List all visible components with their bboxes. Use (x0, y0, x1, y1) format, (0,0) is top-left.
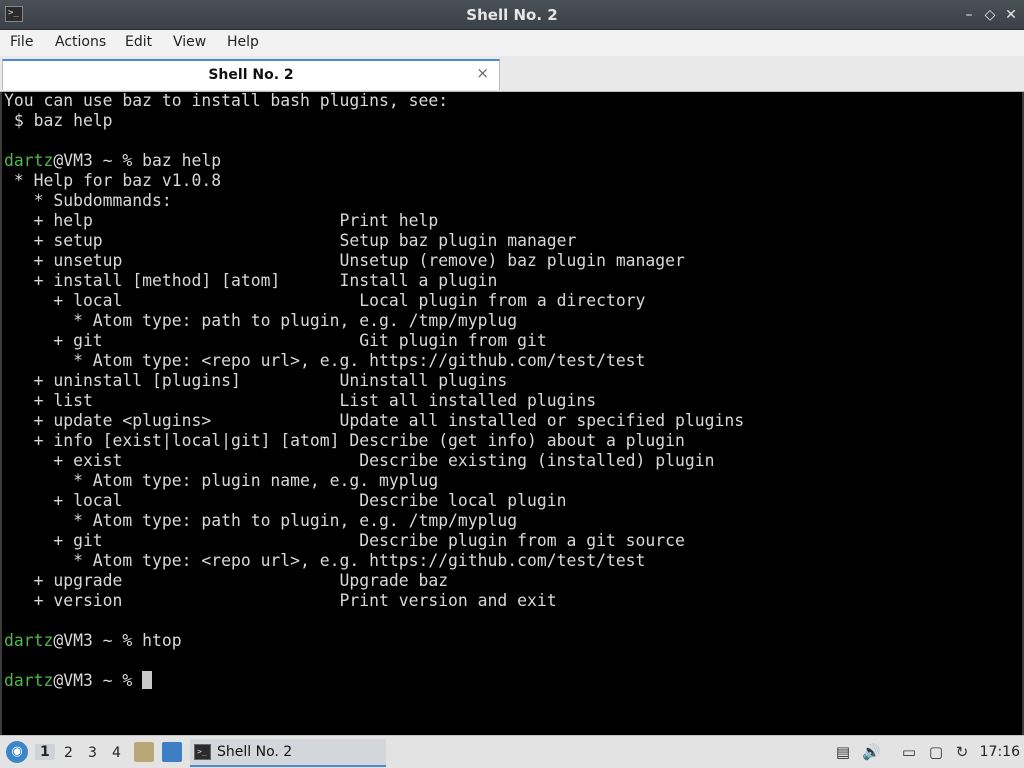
terminal-line-text: * Atom type: <repo url>, e.g. https://gi… (4, 351, 646, 370)
terminal-line-text: + info [exist|local|git] [atom] Describe… (4, 431, 685, 450)
terminal-line-text: + git Git plugin from git (4, 331, 547, 350)
terminal-line-text: * Atom type: path to plugin, e.g. /tmp/m… (4, 311, 518, 330)
taskbar-task-shell-2[interactable]: >_ Shell No. 2 (190, 739, 386, 767)
menu-actions[interactable]: Actions (55, 34, 106, 50)
terminal-line: * Atom type: plugin name, e.g. myplug (4, 471, 438, 491)
terminal-line-text: + local Describe local plugin (4, 491, 567, 510)
volume-icon[interactable]: 🔊 (862, 742, 881, 762)
terminal-line: dartz@VM3 ~ % htop (4, 631, 182, 651)
terminal-line-text: * Help for baz v1.0.8 (4, 171, 222, 190)
terminal-line: * Atom type: path to plugin, e.g. /tmp/m… (4, 311, 517, 331)
close-icon[interactable]: ✕ (1002, 6, 1020, 24)
terminal-line-text: + upgrade Upgrade baz (4, 571, 449, 590)
show-desktop-icon[interactable] (162, 742, 182, 762)
terminal-line: + git Describe plugin from a git source (4, 531, 685, 551)
clipboard-icon[interactable]: ▤ (834, 742, 852, 762)
update-icon[interactable]: ↻ (953, 742, 971, 762)
prompt-user: dartz (4, 151, 54, 170)
terminal-line-text: + git Describe plugin from a git source (4, 531, 685, 550)
menu-help[interactable]: Help (227, 34, 259, 50)
terminal-line: * Atom type: <repo url>, e.g. https://gi… (4, 551, 645, 571)
terminal-line: + uninstall [plugins] Uninstall plugins (4, 371, 508, 391)
terminal-line-text: + version Print version and exit (4, 591, 557, 610)
terminal-line: You can use baz to install bash plugins,… (4, 92, 448, 111)
terminal-line: + list List all installed plugins (4, 391, 597, 411)
terminal-line-text: + help Print help (4, 211, 439, 230)
terminal-line-text: + update <plugins> Update all installed … (4, 411, 745, 430)
terminal-line: + local Local plugin from a directory (4, 291, 645, 311)
menu-view[interactable]: View (173, 34, 206, 50)
terminal-line-text: * Atom type: plugin name, e.g. myplug (4, 471, 439, 490)
terminal-line: * Help for baz v1.0.8 (4, 171, 221, 191)
terminal-line-text: + uninstall [plugins] Uninstall plugins (4, 371, 508, 390)
tab-label: Shell No. 2 (208, 67, 294, 83)
terminal-line: + exist Describe existing (installed) pl… (4, 451, 715, 471)
terminal-line-text: * Atom type: <repo url>, e.g. https://gi… (4, 551, 646, 570)
terminal-line: $ baz help (4, 111, 113, 131)
prompt-user: dartz (4, 631, 54, 650)
terminal-line-text: + install [method] [atom] Install a plug… (4, 271, 498, 290)
text-cursor (142, 671, 153, 689)
workspace-4[interactable]: 4 (112, 745, 121, 761)
terminal-line-text: + list List all installed plugins (4, 391, 597, 410)
clock: 17:16 (979, 744, 1020, 760)
terminal-output[interactable]: You can use baz to install bash plugins,… (0, 92, 1024, 735)
window-titlebar: >_ Shell No. 2 – ◇ ✕ (0, 0, 1024, 30)
terminal-line-text: $ baz help (4, 111, 113, 130)
prompt-user: dartz (4, 671, 54, 690)
terminal-line-text: + unsetup Unsetup (remove) baz plugin ma… (4, 251, 685, 270)
terminal-line-text: * Subdommands: (4, 191, 172, 210)
menu-edit[interactable]: Edit (125, 34, 152, 50)
terminal-line: + upgrade Upgrade baz (4, 571, 448, 591)
start-menu-icon[interactable]: ◉ (6, 741, 28, 763)
terminal-line-text: + local Local plugin from a directory (4, 291, 646, 310)
terminal-line: dartz@VM3 ~ % (4, 671, 153, 691)
terminal-line-text: + exist Describe existing (installed) pl… (4, 451, 715, 470)
tab-shell-2[interactable]: Shell No. 2 × (2, 59, 500, 90)
terminal-line: + unsetup Unsetup (remove) baz plugin ma… (4, 251, 685, 271)
terminal-line: + version Print version and exit (4, 591, 557, 611)
terminal-line: + help Print help (4, 211, 439, 231)
workspace-2[interactable]: 2 (64, 745, 73, 761)
terminal-task-icon: >_ (194, 744, 211, 760)
terminal-line-text: @VM3 ~ % baz help (53, 151, 222, 170)
terminal-line: dartz@VM3 ~ % baz help (4, 151, 221, 171)
menu-file[interactable]: File (10, 34, 33, 50)
restore-icon[interactable]: ◇ (981, 6, 999, 24)
terminal-line: * Atom type: <repo url>, e.g. https://gi… (4, 351, 645, 371)
workspace-1[interactable]: 1 (35, 744, 55, 760)
terminal-line-text: + setup Setup baz plugin manager (4, 231, 577, 250)
window-title: Shell No. 2 (466, 6, 558, 24)
file-manager-icon[interactable] (134, 742, 154, 762)
taskbar: ◉ 1 2 3 4 >_ Shell No. 2 ▤ 🔊 ▭ ▢ ↻ 17:16 (0, 735, 1024, 768)
task-label: Shell No. 2 (217, 744, 293, 760)
menu-bar: File Actions Edit View Help (0, 30, 1024, 56)
terminal-line-text: You can use baz to install bash plugins,… (4, 92, 449, 110)
terminal-line: + local Describe local plugin (4, 491, 566, 511)
workspace-3[interactable]: 3 (88, 745, 97, 761)
terminal-line-text: @VM3 ~ % htop (53, 631, 182, 650)
terminal-line: + info [exist|local|git] [atom] Describe… (4, 431, 685, 451)
terminal-line: + install [method] [atom] Install a plug… (4, 271, 498, 291)
terminal-line: + setup Setup baz plugin manager (4, 231, 577, 251)
terminal-line: + git Git plugin from git (4, 331, 547, 351)
tab-close-icon[interactable]: × (476, 64, 489, 82)
terminal-line-text: * Atom type: path to plugin, e.g. /tmp/m… (4, 511, 518, 530)
network-icon[interactable]: ▭ (900, 742, 918, 762)
notes-icon[interactable]: ▢ (927, 742, 945, 762)
terminal-line: * Subdommands: (4, 191, 172, 211)
terminal-line-text: @VM3 ~ % (53, 671, 143, 690)
tab-bar: Shell No. 2 × (0, 56, 1024, 92)
terminal-line: * Atom type: path to plugin, e.g. /tmp/m… (4, 511, 517, 531)
terminal-line: + update <plugins> Update all installed … (4, 411, 745, 431)
minimize-icon[interactable]: – (960, 6, 978, 24)
